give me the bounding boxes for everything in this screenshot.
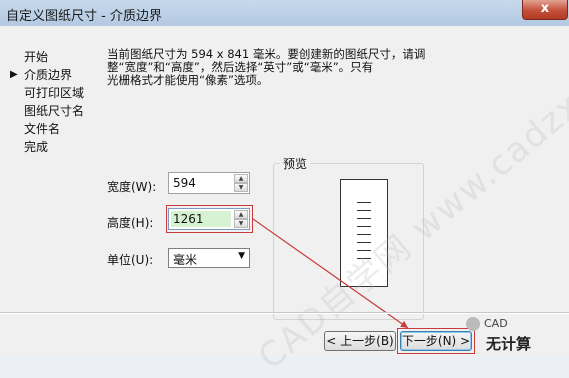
brand-logo-icon <box>466 317 480 331</box>
dialog-body: 开始 ▶ 介质边界 可打印区域 图纸尺寸名 文件名 完成 当前图纸尺寸为 594 … <box>0 9 569 378</box>
window-title: 自定义图纸尺寸 - 介质边界 <box>6 9 162 24</box>
brand-name: 无计算 <box>486 335 532 353</box>
next-highlight-box <box>397 328 475 354</box>
close-button[interactable]: x <box>522 0 568 20</box>
brand-caption: CAD <box>484 317 508 330</box>
back-button[interactable]: < 上一步(B) <box>324 331 396 351</box>
annotation-arrow <box>252 218 409 329</box>
footer-separator <box>0 312 569 314</box>
title-bar: 自定义图纸尺寸 - 介质边界 x <box>0 0 569 27</box>
